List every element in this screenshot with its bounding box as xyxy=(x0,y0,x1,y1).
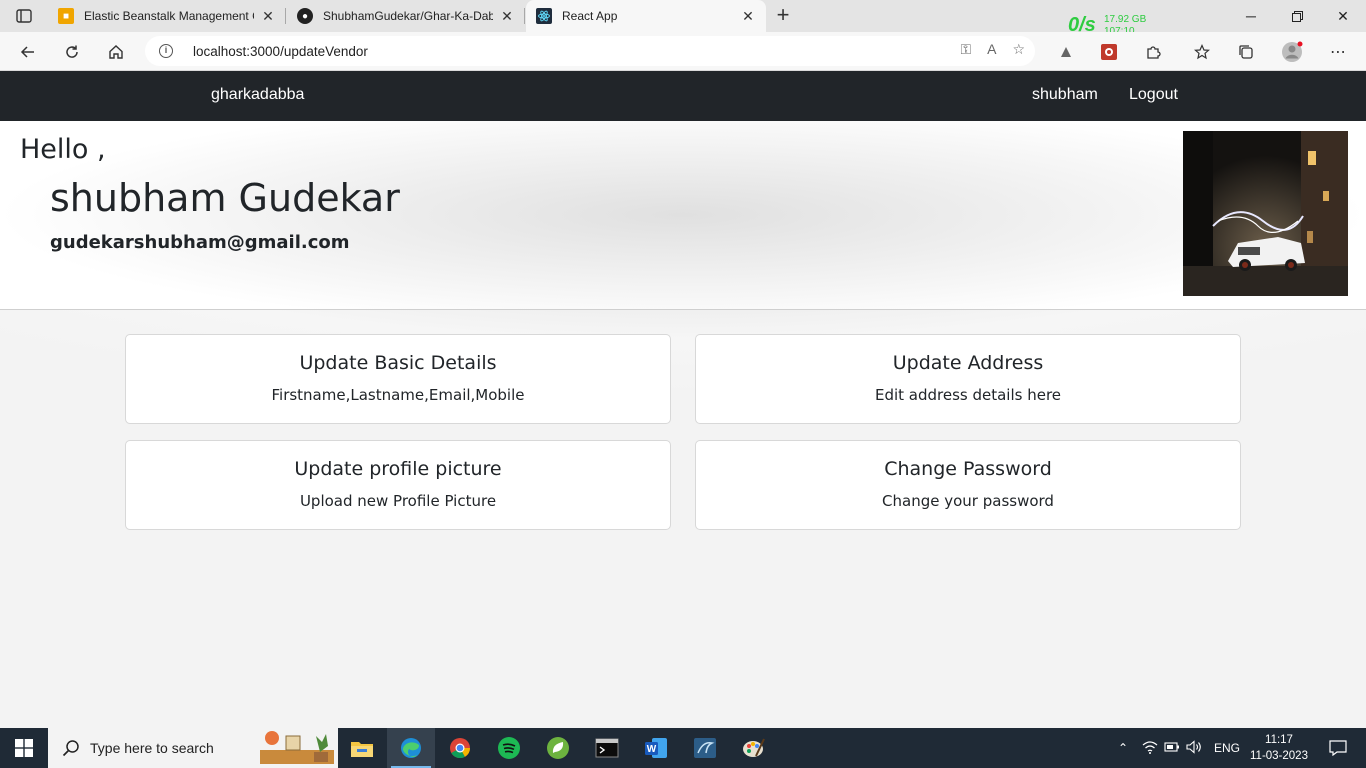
card-subtitle: Change your password xyxy=(882,492,1054,510)
search-icon xyxy=(62,740,79,757)
extensions-puzzle-icon[interactable] xyxy=(1139,38,1167,66)
minimize-button[interactable]: ─ xyxy=(1228,0,1274,32)
github-icon: ● xyxy=(297,8,313,24)
net-memory: 17.92 GB xyxy=(1104,14,1147,25)
card-title: Update Address xyxy=(892,352,1044,374)
tab-title: React App xyxy=(562,9,618,23)
profile-header: Hello , shubham Gudekar gudekarshubham@g… xyxy=(0,121,1366,310)
logout-link[interactable]: Logout xyxy=(1129,86,1178,104)
close-icon[interactable]: ✕ xyxy=(499,8,515,25)
profile-avatar-icon[interactable] xyxy=(1278,38,1306,66)
back-button[interactable] xyxy=(14,38,42,66)
app-navbar: gharkadabba shubham Logout xyxy=(0,71,1366,121)
extension-red-icon[interactable] xyxy=(1095,38,1123,66)
battery-icon[interactable] xyxy=(1164,741,1180,756)
chrome-icon[interactable] xyxy=(436,728,484,768)
tab-title: Elastic Beanstalk Management Co xyxy=(84,9,254,23)
tab-github[interactable]: ● ShubhamGudekar/Ghar-Ka-Dabb ✕ xyxy=(287,0,525,32)
profile-picture xyxy=(1183,131,1348,296)
collections-icon[interactable] xyxy=(1232,38,1260,66)
tab-actions-icon[interactable] xyxy=(8,5,40,27)
favorites-icon[interactable] xyxy=(1188,38,1216,66)
windows-taskbar: Type here to search W ⌃ ENG 11:17 11-03-… xyxy=(0,728,1366,768)
key-icon[interactable]: ⚿ xyxy=(960,41,971,58)
user-email: gudekarshubham@gmail.com xyxy=(50,232,350,253)
update-profile-picture-card[interactable]: Update profile picture Upload new Profil… xyxy=(125,440,671,530)
system-tray: ⌃ ENG xyxy=(1114,728,1240,768)
word-icon[interactable]: W xyxy=(632,728,680,768)
nav-user-link[interactable]: shubham xyxy=(1032,86,1098,104)
notifications-icon[interactable] xyxy=(1318,728,1358,768)
extension-icon[interactable] xyxy=(1052,38,1080,66)
card-title: Update profile picture xyxy=(294,458,502,480)
more-options-icon[interactable]: ⋯ xyxy=(1324,38,1352,66)
clock-time: 11:17 xyxy=(1265,734,1293,746)
mysql-workbench-icon[interactable] xyxy=(681,728,729,768)
home-button[interactable] xyxy=(102,38,130,66)
update-basic-details-card[interactable]: Update Basic Details Firstname,Lastname,… xyxy=(125,334,671,424)
taskbar-search[interactable]: Type here to search xyxy=(48,728,338,768)
paint-icon[interactable] xyxy=(730,728,778,768)
close-icon[interactable]: ✕ xyxy=(260,8,276,25)
close-window-button[interactable]: ✕ xyxy=(1320,0,1366,32)
chevron-up-icon[interactable]: ⌃ xyxy=(1114,741,1132,755)
update-address-card[interactable]: Update Address Edit address details here xyxy=(695,334,1241,424)
refresh-button[interactable] xyxy=(58,38,86,66)
greeting: Hello , xyxy=(20,134,106,165)
file-explorer-icon[interactable] xyxy=(338,728,386,768)
tab-title: ShubhamGudekar/Ghar-Ka-Dabb xyxy=(323,9,493,23)
restore-button[interactable] xyxy=(1274,0,1320,32)
wifi-icon[interactable] xyxy=(1142,740,1158,757)
react-icon xyxy=(536,8,552,24)
read-aloud-icon[interactable]: A xyxy=(987,41,996,58)
favorite-add-icon[interactable]: ☆ xyxy=(1012,41,1025,58)
card-title: Change Password xyxy=(884,458,1052,480)
volume-icon[interactable] xyxy=(1186,739,1202,757)
tab-elastic-beanstalk[interactable]: ■ Elastic Beanstalk Management Co ✕ xyxy=(48,0,286,32)
new-tab-button[interactable]: + xyxy=(770,3,796,29)
spotify-icon[interactable] xyxy=(485,728,533,768)
system-clock[interactable]: 11:17 11-03-2023 xyxy=(1248,732,1310,764)
browser-tabstrip: ■ Elastic Beanstalk Management Co ✕ ● Sh… xyxy=(0,0,1366,37)
address-url[interactable]: localhost:3000/updateVendor xyxy=(193,44,368,59)
search-highlight-icon xyxy=(260,731,334,764)
clock-date: 11-03-2023 xyxy=(1250,750,1308,762)
browser-toolbar: i localhost:3000/updateVendor ⚿ A ☆ ⋯ xyxy=(0,32,1366,71)
card-subtitle: Firstname,Lastname,Email,Mobile xyxy=(271,386,525,404)
change-password-card[interactable]: Change Password Change your password xyxy=(695,440,1241,530)
svg-text:W: W xyxy=(647,744,657,755)
terminal-icon[interactable] xyxy=(583,728,631,768)
aws-icon: ■ xyxy=(58,8,74,24)
spring-tool-icon[interactable] xyxy=(534,728,582,768)
address-bar[interactable]: i localhost:3000/updateVendor ⚿ A ☆ xyxy=(145,36,1035,66)
card-subtitle: Edit address details here xyxy=(874,386,1062,404)
card-subtitle: Upload new Profile Picture xyxy=(299,492,497,510)
user-fullname: shubham Gudekar xyxy=(50,176,400,220)
edge-browser-icon[interactable] xyxy=(387,728,435,768)
windows-start-icon[interactable] xyxy=(0,728,48,768)
info-icon[interactable]: i xyxy=(159,44,173,58)
search-placeholder[interactable]: Type here to search xyxy=(90,740,214,756)
page-content: Hello , shubham Gudekar gudekarshubham@g… xyxy=(0,121,1366,728)
brand-link[interactable]: gharkadabba xyxy=(211,86,304,104)
tab-react-app[interactable]: React App ✕ xyxy=(526,0,766,32)
close-icon[interactable]: ✕ xyxy=(740,8,756,25)
language-indicator[interactable]: ENG xyxy=(1214,741,1240,755)
card-title: Update Basic Details xyxy=(299,352,497,374)
